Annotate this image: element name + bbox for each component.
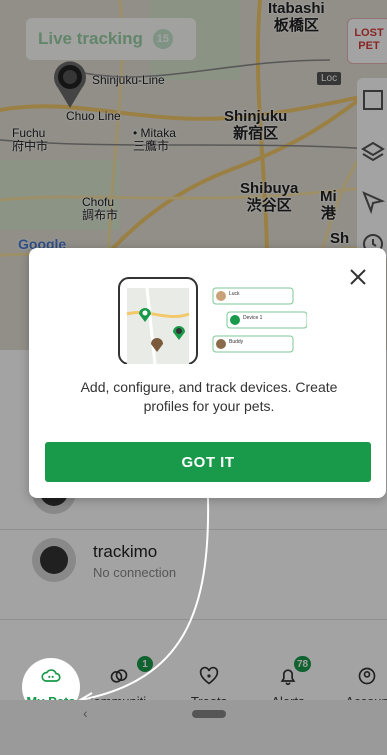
back-chevron-icon[interactable]: ‹ [83, 705, 88, 721]
dialog-message: Add, configure, and track devices. Creat… [80, 379, 338, 414]
home-pill[interactable] [192, 710, 226, 718]
card-label: Buddy [229, 339, 244, 345]
card-label: Luck [229, 291, 240, 297]
system-nav-bar: ‹ [0, 700, 387, 755]
close-icon[interactable] [347, 266, 369, 288]
onboarding-dialog: Luck Device 1 Buddy Add, configure, and … [29, 248, 386, 498]
cloud-paw-icon [41, 669, 61, 682]
devices-illustration: Luck Device 1 Buddy [118, 277, 307, 364]
nav-my-pets-highlighted[interactable]: My Pets [16, 660, 86, 709]
card-label: Device 1 [243, 315, 263, 321]
got-it-button[interactable]: GOT IT [45, 442, 371, 482]
